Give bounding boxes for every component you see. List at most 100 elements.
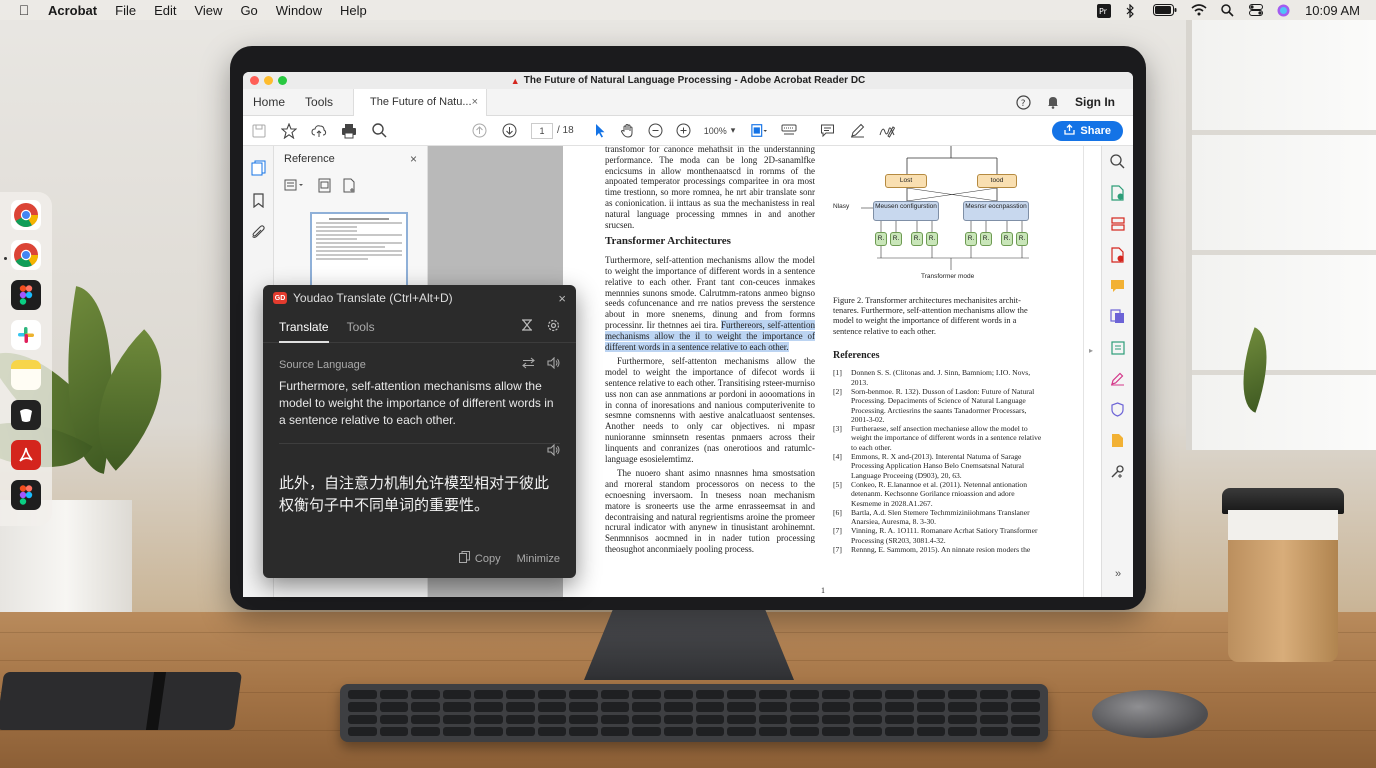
menu-edit[interactable]: Edit — [154, 3, 176, 18]
battery-icon[interactable] — [1153, 4, 1177, 16]
source-speaker-icon[interactable] — [547, 356, 560, 372]
tab-tools[interactable]: Tools — [347, 320, 375, 334]
organize-pages-icon[interactable] — [1110, 208, 1126, 239]
tab-document[interactable]: The Future of Natu... × — [353, 88, 488, 116]
protect-icon[interactable] — [1110, 394, 1126, 425]
copy-button[interactable]: Copy — [458, 551, 501, 566]
swap-languages-icon[interactable] — [522, 357, 535, 372]
panel-options-icon[interactable] — [284, 177, 306, 193]
dock-chrome-icon[interactable] — [11, 200, 41, 230]
zoom-level-dropdown[interactable]: 100% ▾ — [704, 125, 736, 136]
sign-icon[interactable] — [879, 123, 896, 139]
figure-caption: Figure 2. Transformer architectures mech… — [833, 296, 1028, 336]
source-text[interactable]: Furthermore, self-attention mechanisms a… — [263, 372, 576, 429]
dock-figma-icon[interactable] — [11, 480, 41, 510]
page-number-input[interactable]: 1 — [531, 122, 553, 139]
upload-icon[interactable] — [311, 123, 327, 139]
zoom-out-icon[interactable] — [648, 123, 664, 139]
dock-app-icon[interactable] — [11, 400, 41, 430]
zoom-window-button[interactable] — [278, 76, 287, 85]
tab-tools[interactable]: Tools — [295, 95, 343, 109]
settings-gear-icon[interactable] — [547, 319, 560, 335]
comment-icon[interactable] — [819, 123, 835, 139]
menubar-clock[interactable]: 10:09 AM — [1305, 3, 1360, 18]
zoom-in-icon[interactable] — [676, 123, 692, 139]
bluetooth-icon[interactable] — [1125, 3, 1139, 19]
close-window-button[interactable] — [250, 76, 259, 85]
menu-window[interactable]: Window — [276, 3, 322, 18]
siri-icon[interactable] — [1277, 4, 1291, 17]
prev-page-icon[interactable] — [471, 123, 487, 139]
fill-sign-icon[interactable] — [1110, 363, 1126, 394]
hourglass-icon[interactable] — [521, 318, 533, 335]
keyboard-key — [1011, 690, 1040, 700]
bookmark-icon[interactable] — [250, 192, 266, 208]
menu-go[interactable]: Go — [240, 3, 257, 18]
apple-icon[interactable]:  — [0, 2, 48, 18]
send-for-review-icon[interactable] — [1110, 425, 1126, 456]
insert-page-icon[interactable] — [316, 177, 332, 193]
wifi-icon[interactable] — [1191, 4, 1207, 16]
share-button[interactable]: Share — [1052, 120, 1123, 141]
pen-icon[interactable] — [849, 123, 865, 139]
bell-icon[interactable] — [1045, 94, 1061, 110]
tab-close-icon[interactable]: × — [472, 96, 478, 108]
menu-file[interactable]: File — [115, 3, 136, 18]
document-left-column: transfomor for canonce mehathsit in the … — [605, 146, 816, 559]
hand-tool-icon[interactable] — [620, 123, 636, 139]
tab-home[interactable]: Home — [243, 95, 295, 109]
spotlight-icon[interactable] — [1221, 4, 1235, 17]
search-icon[interactable] — [371, 123, 387, 139]
expand-panel-icon[interactable]: » — [1110, 566, 1126, 582]
traffic-lights — [250, 76, 287, 85]
pages-thumbnail-icon[interactable] — [250, 160, 266, 176]
keyboard-key — [442, 714, 472, 724]
minimize-button[interactable]: Minimize — [517, 553, 560, 565]
edit-pdf-icon[interactable] — [1110, 332, 1126, 363]
create-pdf-icon[interactable] — [1110, 239, 1126, 270]
window-title: The Future of Natural Language Processin… — [523, 75, 866, 86]
star-icon[interactable] — [281, 122, 297, 139]
menu-view[interactable]: View — [194, 3, 222, 18]
sign-in-button[interactable]: Sign In — [1075, 95, 1115, 109]
dock-figma-icon[interactable] — [11, 280, 41, 310]
pdf-page[interactable]: transfomor for canonce mehathsit in the … — [563, 146, 1083, 597]
keyboard-key — [505, 702, 535, 712]
youdao-close-icon[interactable]: × — [558, 291, 566, 306]
dock-chrome-icon[interactable] — [11, 240, 41, 270]
page-fit-icon[interactable] — [751, 123, 768, 139]
page-thumbnail[interactable] — [310, 212, 408, 292]
menubar-app-name[interactable]: Acrobat — [48, 3, 97, 18]
keyboard-key — [663, 702, 693, 712]
comment-tool-icon[interactable] — [1110, 270, 1126, 301]
export-pdf-icon[interactable] — [1110, 177, 1126, 208]
target-speaker-icon[interactable] — [547, 443, 560, 461]
diagram-box: Lost — [885, 174, 927, 188]
zoom-search-icon[interactable] — [1110, 146, 1126, 177]
help-icon[interactable]: ? — [1015, 94, 1031, 110]
control-center-icon[interactable] — [1249, 4, 1264, 16]
keyboard-key — [474, 690, 503, 700]
combine-files-icon[interactable] — [1110, 301, 1126, 332]
print-icon[interactable] — [341, 123, 357, 139]
keyboard-icon[interactable] — [781, 123, 797, 139]
next-page-icon[interactable] — [501, 123, 517, 139]
right-panel-toggle[interactable]: ▸ — [1083, 146, 1101, 597]
more-tools-icon[interactable] — [1110, 456, 1126, 487]
diagram-token: R. — [875, 232, 887, 246]
save-icon[interactable] — [251, 123, 267, 139]
dock-slack-icon[interactable] — [11, 320, 41, 350]
diagram-token: R. — [1001, 232, 1013, 246]
premiere-icon[interactable]: Pr — [1097, 4, 1112, 18]
tab-translate[interactable]: Translate — [279, 311, 329, 343]
minimize-window-button[interactable] — [264, 76, 273, 85]
attachment-icon[interactable] — [250, 224, 266, 240]
menu-help[interactable]: Help — [340, 3, 367, 18]
dock-acrobat-icon[interactable] — [11, 440, 41, 470]
extract-page-icon[interactable] — [342, 177, 358, 193]
select-cursor-icon[interactable] — [592, 123, 608, 139]
youdao-titlebar[interactable]: GD Youdao Translate (Ctrl+Alt+D) × — [263, 285, 576, 311]
dock-notes-icon[interactable] — [11, 360, 41, 390]
translated-text[interactable]: 此外，自注意力机制允许模型相对于彼此权衡句子中不同单词的重要性。 — [263, 460, 576, 516]
reference-panel-close-icon[interactable]: × — [410, 152, 417, 166]
